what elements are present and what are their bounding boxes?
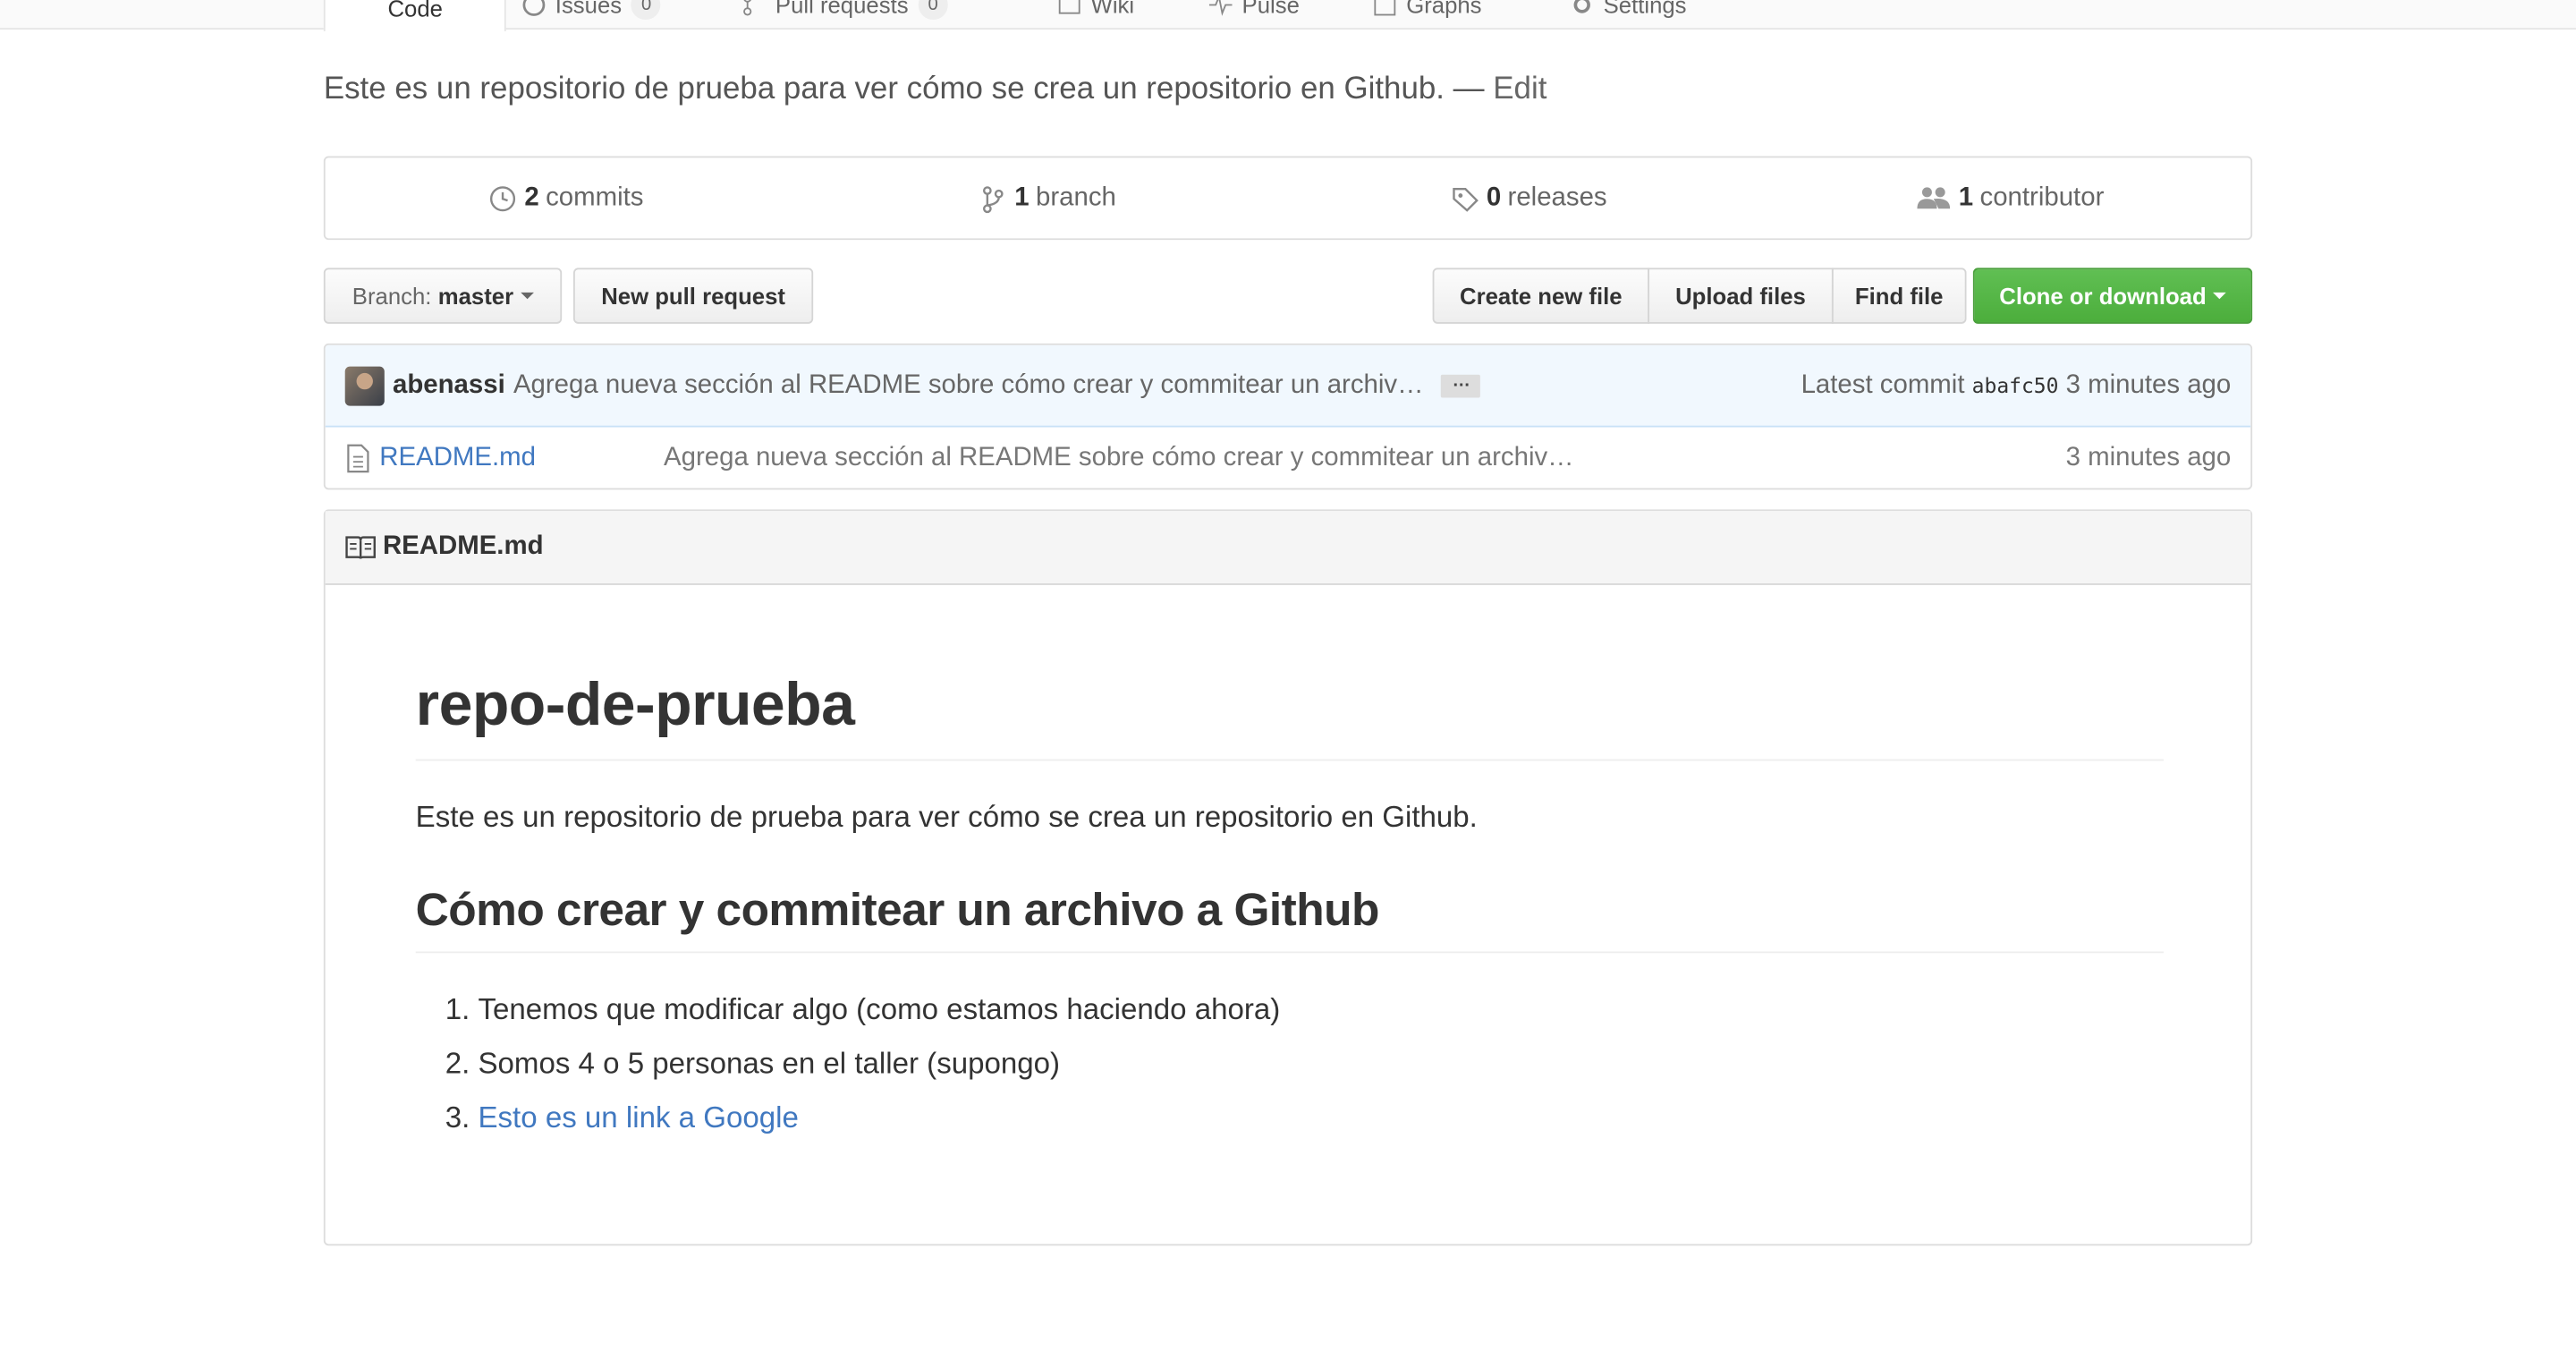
file-listing: abenassi Agrega nueva sección al README …: [323, 343, 2253, 490]
tab-pulse[interactable]: Pulse: [1208, 0, 1300, 30]
table-row: README.md Agrega nueva sección al README…: [326, 428, 2251, 489]
readme-header: README.md: [325, 511, 2251, 585]
upload-files-button[interactable]: Upload files: [1648, 268, 1834, 324]
contributors-count-link[interactable]: 1 contributor: [1769, 157, 2250, 238]
readme-article: repo-de-prueba Este es un repositorio de…: [415, 671, 2164, 1148]
tab-code-label: Code: [387, 0, 443, 21]
contributors-count: 1: [1958, 183, 1974, 212]
issues-counter: 0: [631, 0, 662, 21]
readme-section-heading: Cómo crear y commitear un archivo a Gith…: [415, 884, 2164, 953]
tab-wiki-label: Wiki: [1090, 0, 1135, 19]
list-item: Tenemos que modificar algo (como estamos…: [478, 985, 2163, 1040]
latest-commit-age: 3 minutes ago: [2065, 370, 2232, 399]
tab-issues[interactable]: Issues 0: [522, 0, 662, 30]
readme-title: repo-de-prueba: [415, 671, 2164, 760]
readme-steps-list: Tenemos que modificar algo (como estamos…: [416, 985, 2164, 1148]
pulse-icon: [1208, 0, 1233, 16]
latest-commit-bar: abenassi Agrega nueva sección al README …: [325, 344, 2251, 428]
tag-icon: [1452, 187, 1479, 211]
tab-pulse-label: Pulse: [1241, 0, 1300, 19]
new-pull-request-button[interactable]: New pull request: [573, 268, 814, 324]
readme-intro: Este es un repositorio de prueba para ve…: [415, 799, 1478, 833]
releases-count: 0: [1486, 183, 1502, 212]
commit-sha-link[interactable]: abafc50: [1972, 372, 2059, 397]
readme-filename: README.md: [382, 532, 544, 561]
latest-commit-prefix: Latest commit: [1801, 370, 1965, 399]
tab-settings-label: Settings: [1603, 0, 1687, 19]
commits-count: 2: [524, 183, 539, 212]
tab-graphs-label: Graphs: [1406, 0, 1482, 19]
clone-or-download-label: Clone or download: [1999, 282, 2207, 310]
tab-pull-requests-label: Pull requests: [775, 0, 909, 19]
tab-settings[interactable]: Settings: [1571, 0, 1687, 30]
latest-commit-meta: Latest commit abafc50 3 minutes ago: [1801, 370, 2232, 400]
list-item: Somos 4 o 5 personas en el taller (supon…: [478, 1040, 2163, 1094]
edit-description-link[interactable]: Edit: [1493, 72, 1546, 107]
readme-panel: README.md repo-de-prueba Este es un repo…: [323, 509, 2253, 1246]
caret-down-icon: [520, 292, 534, 300]
tab-code[interactable]: Code: [323, 0, 507, 31]
tab-graphs[interactable]: Graphs: [1373, 0, 1482, 30]
issue-icon: [522, 0, 546, 16]
file-name-link[interactable]: README.md: [379, 444, 664, 473]
tab-wiki[interactable]: Wiki: [1058, 0, 1134, 30]
file-icon: [347, 444, 369, 473]
file-commit-age: 3 minutes ago: [2065, 443, 2232, 472]
avatar[interactable]: [344, 365, 385, 405]
branches-count-link[interactable]: 1 branch: [807, 157, 1288, 238]
book-icon: [345, 536, 376, 559]
numbers-summary: 2 commits 1 branch 0 releases 1 contribu…: [323, 156, 2253, 241]
repo-description: Este es un repositorio de prueba para ve…: [324, 72, 1547, 108]
people-icon: [1917, 186, 1951, 208]
commit-message-link[interactable]: Agrega nueva sección al README sobre cóm…: [513, 370, 1424, 400]
commits-label: commits: [546, 183, 644, 212]
find-file-button[interactable]: Find file: [1831, 268, 1967, 324]
book-icon: [1058, 0, 1080, 14]
list-item: Esto es un link a Google: [478, 1094, 2163, 1149]
branches-label: branch: [1036, 183, 1116, 212]
tab-pull-requests[interactable]: Pull requests 0: [742, 0, 948, 30]
gear-icon: [1573, 0, 1590, 13]
branch-icon: [982, 185, 1003, 213]
branch-prefix: Branch:: [352, 282, 432, 310]
pull-request-icon: [743, 0, 752, 16]
graph-icon: [1374, 0, 1396, 16]
clone-or-download-button[interactable]: Clone or download: [1972, 268, 2253, 324]
releases-label: releases: [1507, 183, 1607, 212]
repo-nav: Code Issues 0 Pull requests 0 Wiki Pulse…: [0, 0, 2576, 31]
releases-count-link[interactable]: 0 releases: [1288, 157, 1769, 238]
tab-issues-label: Issues: [555, 0, 623, 19]
branches-count: 1: [1014, 183, 1030, 212]
commits-count-link[interactable]: 2 commits: [326, 157, 807, 238]
create-new-file-button[interactable]: Create new file: [1432, 268, 1650, 324]
file-actions-group: Create new file Upload files Find file: [1432, 268, 1967, 324]
commit-author-link[interactable]: abenassi: [393, 370, 505, 400]
branch-select-button[interactable]: Branch: master: [323, 268, 563, 324]
contributors-label: contributor: [1979, 183, 2105, 212]
caret-down-icon: [2213, 292, 2226, 300]
repo-description-text: Este es un repositorio de prueba para ve…: [323, 72, 1485, 107]
history-icon: [490, 185, 516, 211]
file-commit-message-link[interactable]: Agrega nueva sección al README sobre cóm…: [664, 444, 1574, 473]
expand-commit-message-button[interactable]: …: [1441, 371, 1481, 397]
pull-requests-counter: 0: [918, 0, 948, 21]
branch-name: master: [437, 282, 514, 310]
google-link[interactable]: Esto es un link a Google: [478, 1100, 798, 1134]
